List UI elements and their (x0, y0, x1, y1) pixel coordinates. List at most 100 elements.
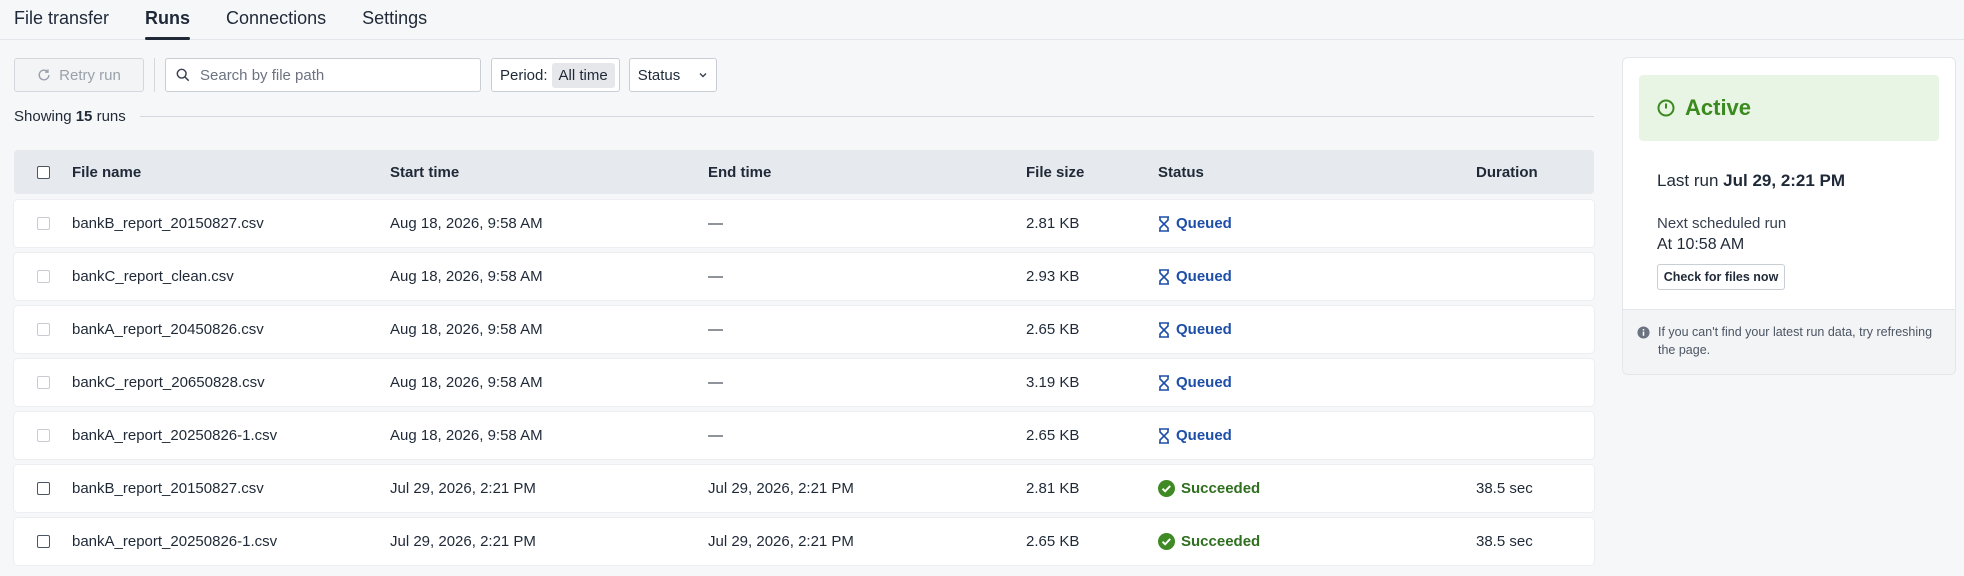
hourglass-icon (1159, 374, 1169, 391)
cell-start-time: Aug 18, 2026, 9:58 AM (390, 374, 543, 391)
active-status-banner: Active (1639, 75, 1939, 141)
results-count: Showing 15 runs (14, 106, 1594, 126)
refresh-hint: If you can't find your latest run data, … (1623, 309, 1955, 374)
table-row[interactable]: bankC_report_20650828.csv Aug 18, 2026, … (14, 359, 1594, 406)
retry-run-label: Retry run (59, 66, 121, 84)
cell-file-size: 2.93 KB (1026, 268, 1080, 285)
cell-end-time: — (708, 215, 723, 232)
last-run-value: Jul 29, 2:21 PM (1723, 171, 1846, 190)
cell-status: Queued (1158, 268, 1476, 285)
cell-status: Queued (1158, 427, 1476, 444)
cell-file-size: 2.65 KB (1026, 321, 1080, 338)
cell-file-name: bankB_report_20150827.csv (72, 480, 264, 497)
search-icon (176, 68, 190, 82)
active-status-label: Active (1685, 95, 1752, 120)
status-label: Queued (1176, 215, 1232, 232)
cell-file-name: bankA_report_20250826-1.csv (72, 533, 278, 550)
row-checkbox (36, 217, 50, 230)
hourglass-icon (1159, 268, 1169, 285)
cell-start-time: Aug 18, 2026, 9:58 AM (390, 427, 543, 444)
cell-file-size: 2.81 KB (1026, 215, 1080, 232)
chevron-down-icon (699, 73, 707, 78)
header-file-name[interactable]: File name (72, 164, 390, 181)
row-checkbox (36, 376, 50, 389)
cell-file-size: 2.81 KB (1026, 480, 1080, 497)
cell-end-time: — (708, 427, 723, 444)
table-row[interactable]: bankA_report_20250826-1.csv Aug 18, 2026… (14, 412, 1594, 459)
search-input[interactable] (198, 65, 470, 85)
cell-start-time: Jul 29, 2026, 2:21 PM (390, 480, 536, 497)
header-status[interactable]: Status (1158, 164, 1476, 181)
table-row[interactable]: bankB_report_20150827.csv Aug 18, 2026, … (14, 200, 1594, 247)
status-label: Queued (1176, 427, 1232, 444)
table-row[interactable]: bankA_report_20250826-1.csv Jul 29, 2026… (14, 518, 1594, 565)
cell-start-time: Aug 18, 2026, 9:58 AM (390, 215, 543, 232)
hourglass-icon (1159, 215, 1169, 232)
row-checkbox (36, 323, 50, 336)
power-icon (1657, 99, 1675, 117)
runs-table: File name Start time End time File size … (14, 150, 1594, 565)
status-label: Succeeded (1181, 480, 1261, 497)
cell-file-name: bankA_report_20450826.csv (72, 321, 264, 338)
check-circle-icon (1158, 533, 1175, 550)
status-filter-label: Status (637, 66, 681, 84)
retry-run-button[interactable]: Retry run (14, 58, 144, 92)
table-row[interactable]: bankC_report_clean.csv Aug 18, 2026, 9:5… (14, 253, 1594, 300)
info-icon (1637, 326, 1650, 339)
refresh-hint-text: If you can't find your latest run data, … (1658, 325, 1933, 357)
refresh-icon (38, 69, 50, 81)
select-all-checkbox[interactable] (36, 165, 50, 179)
row-checkbox[interactable] (36, 535, 50, 548)
cell-file-size: 2.65 KB (1026, 533, 1080, 550)
cell-end-time: — (708, 374, 723, 391)
table-row[interactable]: bankA_report_20450826.csv Aug 18, 2026, … (14, 306, 1594, 353)
cell-duration: 38.5 sec (1476, 480, 1533, 497)
cell-end-time: Jul 29, 2026, 2:21 PM (708, 533, 854, 550)
cell-status: Succeeded (1158, 533, 1476, 550)
toolbar: Retry run Period: All time Status (14, 57, 1594, 93)
check-circle-icon (1158, 480, 1175, 497)
status-filter-dropdown[interactable]: Status (628, 58, 717, 92)
tab-runs[interactable]: Runs (145, 8, 191, 40)
tab-settings[interactable]: Settings (362, 8, 427, 39)
row-checkbox (36, 270, 50, 283)
cell-end-time: — (708, 268, 723, 285)
next-run-value: At 10:58 AM (1657, 236, 1745, 253)
period-label: Period: (500, 66, 548, 84)
last-run-label: Last run (1657, 171, 1719, 190)
header-file-size[interactable]: File size (1026, 164, 1158, 181)
table-row[interactable]: bankB_report_20150827.csv Jul 29, 2026, … (14, 465, 1594, 512)
cell-file-name: bankC_report_clean.csv (72, 268, 234, 285)
header-end-time[interactable]: End time (708, 164, 1026, 181)
cell-status: Queued (1158, 215, 1476, 232)
toolbar-divider (154, 58, 155, 92)
cell-file-name: bankC_report_20650828.csv (72, 374, 265, 391)
status-label: Queued (1176, 374, 1232, 391)
cell-status: Succeeded (1158, 480, 1476, 497)
check-for-files-button[interactable]: Check for files now (1657, 264, 1785, 290)
cell-file-name: bankA_report_20250826-1.csv (72, 427, 278, 444)
cell-file-name: bankB_report_20150827.csv (72, 215, 264, 232)
tab-bar: File transfer Runs Connections Settings (0, 0, 1964, 40)
period-filter[interactable]: Period: All time (491, 58, 620, 92)
status-label: Queued (1176, 321, 1232, 338)
header-start-time[interactable]: Start time (390, 164, 708, 181)
cell-file-size: 2.65 KB (1026, 427, 1080, 444)
header-duration[interactable]: Duration (1476, 164, 1594, 181)
cell-status: Queued (1158, 321, 1476, 338)
cell-duration: 38.5 sec (1476, 533, 1533, 550)
row-checkbox[interactable] (36, 482, 50, 495)
cell-end-time: Jul 29, 2026, 2:21 PM (708, 480, 854, 497)
table-header: File name Start time End time File size … (14, 150, 1594, 194)
tab-file-transfer[interactable]: File transfer (14, 8, 109, 39)
tab-connections[interactable]: Connections (226, 8, 326, 39)
runs-main: Retry run Period: All time Status Showin… (14, 40, 1594, 565)
showing-count: 15 (75, 107, 93, 125)
period-value: All time (551, 62, 615, 88)
row-checkbox (36, 429, 50, 442)
last-run: Last run Jul 29, 2:21 PM (1657, 171, 1955, 191)
showing-suffix: runs (96, 107, 126, 125)
hourglass-icon (1159, 427, 1169, 444)
search-box[interactable] (165, 58, 481, 92)
divider (139, 115, 1594, 117)
